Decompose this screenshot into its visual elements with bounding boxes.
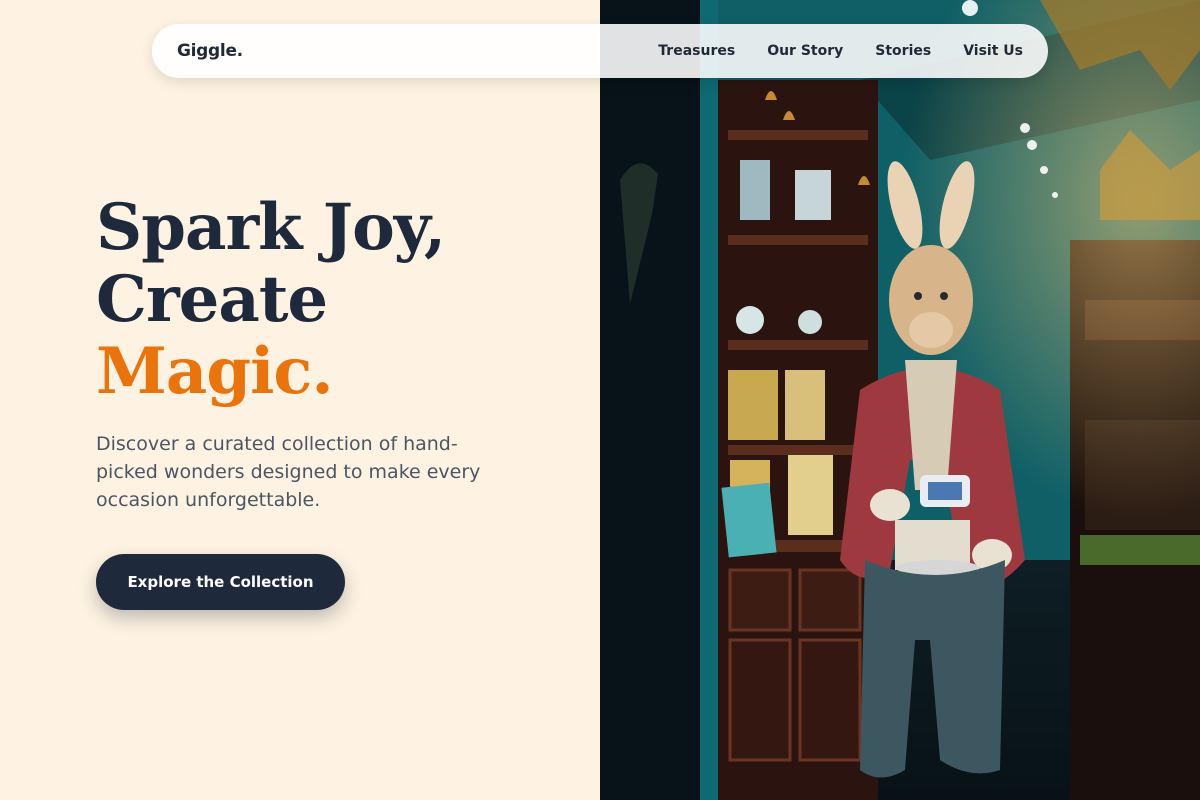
brand-logo[interactable]: Giggle.: [177, 41, 243, 61]
headline-accent-line: Magic.: [96, 334, 334, 409]
nav-link-our-story[interactable]: Our Story: [767, 43, 843, 59]
hero-description: Discover a curated collection of hand-pi…: [96, 433, 481, 511]
nav-link-treasures[interactable]: Treasures: [658, 43, 735, 59]
nav-link-visit-us[interactable]: Visit Us: [963, 43, 1023, 59]
headline-line-1: Spark Joy,: [96, 190, 446, 265]
nav-links: Treasures Our Story Stories Visit Us: [658, 43, 1023, 59]
hero-image: [600, 0, 1200, 800]
headline-line-2: Create: [96, 262, 328, 337]
navigation-bar: Giggle. Treasures Our Story Stories Visi…: [152, 24, 1048, 78]
hero-headline: Spark Joy, Create Magic.: [96, 190, 446, 409]
explore-collection-button[interactable]: Explore the Collection: [96, 554, 345, 610]
nav-link-stories[interactable]: Stories: [875, 43, 931, 59]
